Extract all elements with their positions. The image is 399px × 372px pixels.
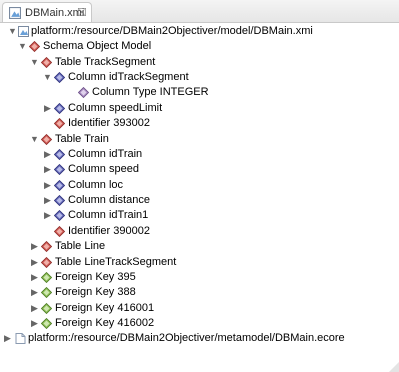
tree-item-label: Identifier 390002 — [68, 225, 150, 237]
column-icon — [54, 72, 65, 83]
column-icon — [54, 149, 65, 160]
editor-tab-bar: DBMain.xmi ☒ — [0, 0, 399, 23]
expand-arrow-icon[interactable]: ▼ — [18, 39, 27, 54]
collapsed-arrow-icon[interactable]: ▶ — [30, 239, 39, 254]
tree-item-identifier[interactable]: Identifier 393002 — [0, 116, 399, 131]
tree-item-label: Foreign Key 395 — [55, 271, 136, 283]
tree-item-foreign-key[interactable]: ▶ Foreign Key 388 — [0, 285, 399, 300]
collapsed-arrow-icon[interactable]: ▶ — [43, 162, 52, 177]
collapsed-arrow-icon[interactable]: ▶ — [30, 301, 39, 316]
tree-item-label: platform:/resource/DBMain2Objectiver/mod… — [31, 25, 313, 37]
tree-item-label: Column idTrain1 — [68, 209, 149, 221]
tree-item-column-type[interactable]: Column Type INTEGER — [0, 85, 399, 100]
column-icon — [54, 180, 65, 191]
tree-item-label: Schema Object Model — [43, 40, 152, 52]
tree-item-column-idtrain1[interactable]: ▶ Column idTrain1 — [0, 208, 399, 223]
tree-item-column-speed[interactable]: ▶ Column speed — [0, 162, 399, 177]
tree-item-label: Table Line — [55, 240, 106, 252]
identifier-icon — [54, 118, 65, 129]
tree-item-column-distance[interactable]: ▶ Column distance — [0, 193, 399, 208]
tree-item-label: Column speedLimit — [68, 102, 163, 114]
tree-item-label: Foreign Key 388 — [55, 286, 136, 298]
close-icon[interactable]: ☒ — [77, 6, 87, 19]
tree-item-label: Identifier 393002 — [68, 117, 150, 129]
model-tree: ▼ platform:/resource/DBMain2Objectiver/m… — [0, 24, 399, 372]
tree-item-identifier[interactable]: Identifier 390002 — [0, 224, 399, 239]
collapsed-arrow-icon[interactable]: ▶ — [43, 178, 52, 193]
file-icon — [15, 333, 26, 344]
xmi-file-icon — [9, 7, 21, 19]
tree-item-label: Foreign Key 416001 — [55, 302, 155, 314]
tree-item-table-train[interactable]: ▼ Table Train — [0, 132, 399, 147]
column-icon — [54, 103, 65, 114]
expand-arrow-icon[interactable]: ▼ — [30, 132, 39, 147]
table-icon — [41, 57, 52, 68]
tree-item-root-resource[interactable]: ▼ platform:/resource/DBMain2Objectiver/m… — [0, 24, 399, 39]
tree-item-ecore-resource[interactable]: ▶ platform:/resource/DBMain2Objectiver/m… — [0, 331, 399, 346]
tree-item-table-linetracksegment[interactable]: ▶ Table LineTrackSegment — [0, 255, 399, 270]
tree-item-column-speedlimit[interactable]: ▶ Column speedLimit — [0, 101, 399, 116]
tab-dbmain-xmi[interactable]: DBMain.xmi ☒ — [2, 2, 92, 22]
resource-icon — [18, 26, 29, 37]
tree-item-label: Foreign Key 416002 — [55, 317, 155, 329]
tree-item-label: Column loc — [68, 179, 124, 191]
expand-arrow-icon[interactable]: ▼ — [43, 70, 52, 85]
table-icon — [41, 134, 52, 145]
tree-item-schema[interactable]: ▼ Schema Object Model — [0, 39, 399, 54]
collapsed-arrow-icon[interactable]: ▶ — [43, 208, 52, 223]
collapsed-arrow-icon[interactable]: ▶ — [43, 101, 52, 116]
tree-item-table-tracksegment[interactable]: ▼ Table TrackSegment — [0, 55, 399, 70]
resize-grip-icon[interactable] — [389, 362, 399, 372]
collapsed-arrow-icon[interactable]: ▶ — [30, 316, 39, 331]
column-icon — [54, 210, 65, 221]
tree-item-foreign-key[interactable]: ▶ Foreign Key 416001 — [0, 301, 399, 316]
expand-arrow-icon[interactable]: ▼ — [8, 24, 17, 39]
tree-item-column-idtrain[interactable]: ▶ Column idTrain — [0, 147, 399, 162]
column-icon — [54, 164, 65, 175]
tree-item-column-idtracksegment[interactable]: ▼ Column idTrackSegment — [0, 70, 399, 85]
identifier-icon — [54, 226, 65, 237]
foreign-key-icon — [41, 287, 52, 298]
collapsed-arrow-icon[interactable]: ▶ — [30, 285, 39, 300]
tree-item-label: Column Type INTEGER — [92, 86, 209, 98]
tree-item-label: Table TrackSegment — [55, 56, 156, 68]
tree-item-column-loc[interactable]: ▶ Column loc — [0, 178, 399, 193]
column-icon — [54, 195, 65, 206]
type-icon — [78, 87, 89, 98]
tree-item-label: Column distance — [68, 194, 150, 206]
collapsed-arrow-icon[interactable]: ▶ — [30, 255, 39, 270]
tree-item-label: platform:/resource/DBMain2Objectiver/met… — [28, 332, 345, 344]
collapsed-arrow-icon[interactable]: ▶ — [3, 331, 12, 346]
tree-item-foreign-key[interactable]: ▶ Foreign Key 395 — [0, 270, 399, 285]
table-icon — [41, 241, 52, 252]
foreign-key-icon — [41, 318, 52, 329]
table-icon — [41, 257, 52, 268]
tree-item-label: Table Train — [55, 133, 109, 145]
tab-title: DBMain.xmi — [25, 7, 85, 19]
foreign-key-icon — [41, 272, 52, 283]
tree-item-foreign-key[interactable]: ▶ Foreign Key 416002 — [0, 316, 399, 331]
tree-item-label: Column idTrain — [68, 148, 143, 160]
schema-icon — [29, 41, 40, 52]
tree-item-table-line[interactable]: ▶ Table Line — [0, 239, 399, 254]
tree-item-label: Column idTrackSegment — [68, 71, 189, 83]
expand-arrow-icon[interactable]: ▼ — [30, 55, 39, 70]
collapsed-arrow-icon[interactable]: ▶ — [43, 193, 52, 208]
collapsed-arrow-icon[interactable]: ▶ — [30, 270, 39, 285]
collapsed-arrow-icon[interactable]: ▶ — [43, 147, 52, 162]
tree-item-label: Column speed — [68, 163, 139, 175]
foreign-key-icon — [41, 303, 52, 314]
tree-item-label: Table LineTrackSegment — [55, 256, 177, 268]
